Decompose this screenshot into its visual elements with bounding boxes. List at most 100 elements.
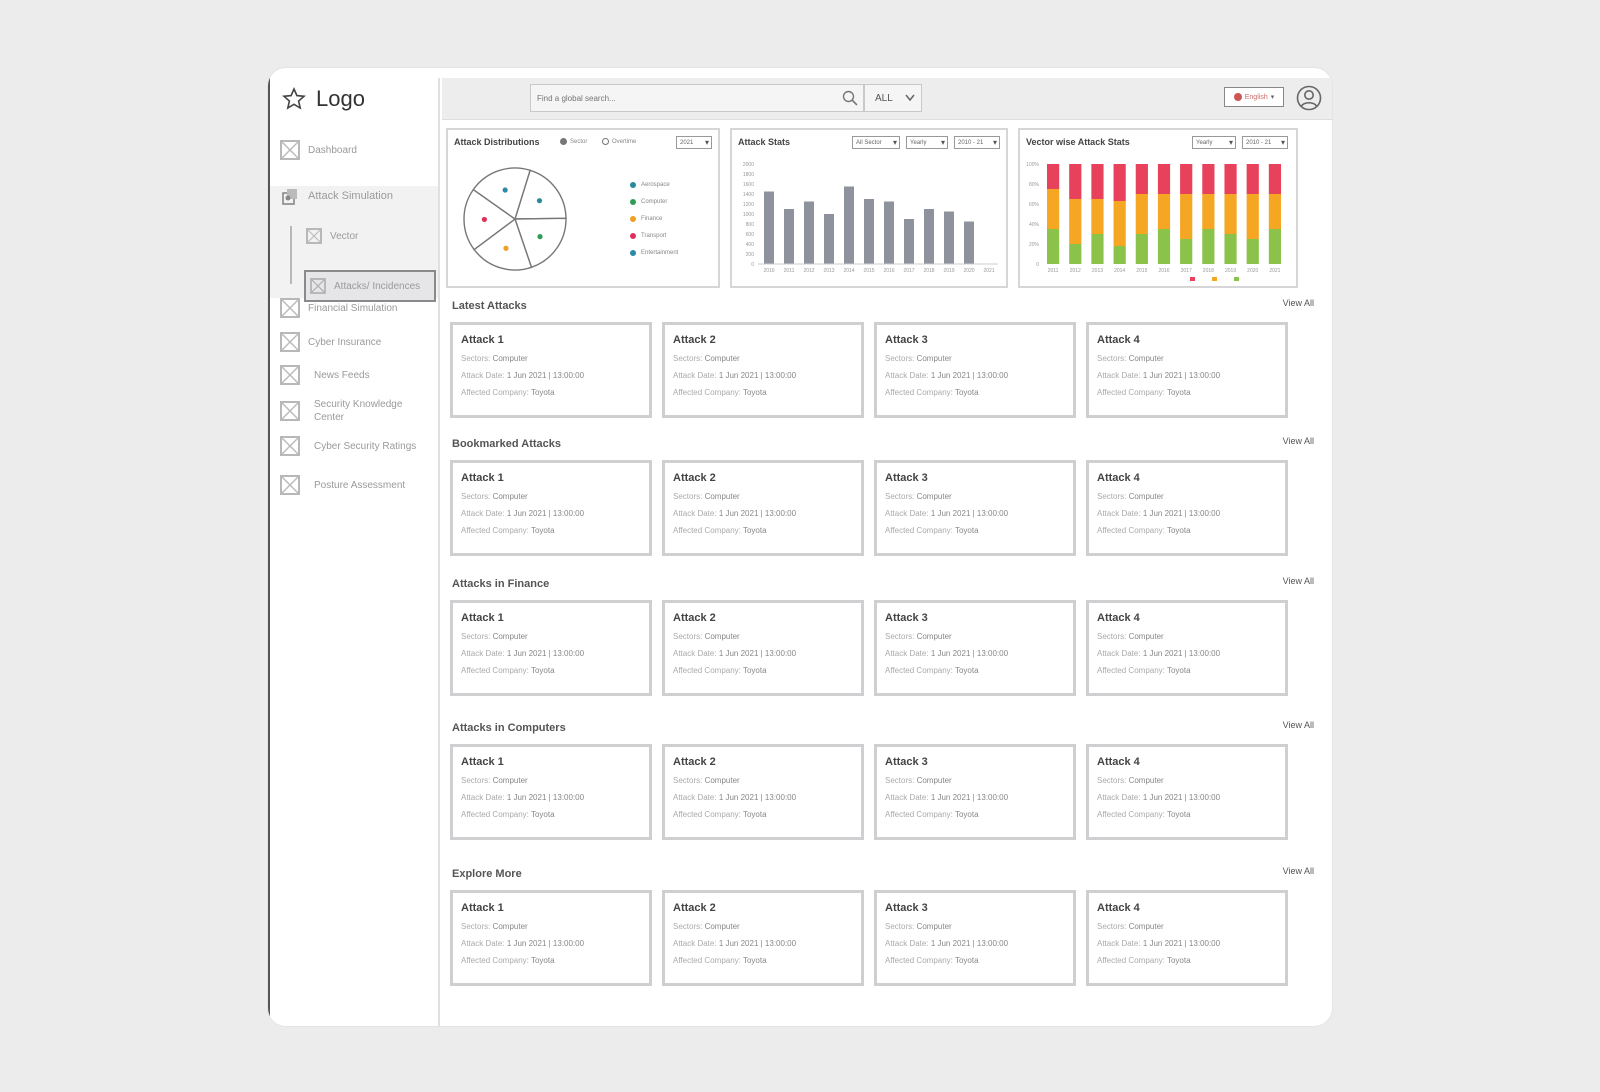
stacked-bar-segment: [1069, 199, 1082, 244]
view-all-link[interactable]: View All: [1283, 436, 1314, 446]
card-title: Attack 2: [673, 472, 716, 484]
attack-card[interactable]: Attack 4 Sectors: Computer Attack Date: 1 …: [1086, 600, 1288, 696]
attack-card[interactable]: Attack 3 Sectors: Computer Attack Date: 1 …: [874, 460, 1076, 556]
radio-sector[interactable]: Sector: [560, 138, 587, 145]
view-all-link[interactable]: View All: [1283, 866, 1314, 876]
x-tick-label: 2021: [983, 268, 994, 274]
field-value: Computer: [704, 632, 740, 641]
range-select[interactable]: 2010 - 21: [1242, 136, 1288, 149]
attack-card[interactable]: Attack 2 Sectors: Computer Attack Date: 1 …: [662, 744, 864, 840]
attack-card[interactable]: Attack 4 Sectors: Computer Attack Date: 1 …: [1086, 460, 1288, 556]
card-title: Attack 2: [673, 612, 716, 624]
sidebar-item-cyber-security-ratings[interactable]: Cyber Security Ratings: [280, 436, 416, 456]
sidebar-item-attack-simulation[interactable]: Attack Simulation: [280, 186, 393, 206]
attack-card[interactable]: Attack 1 Sectors: Computer Attack Date: 1 …: [450, 600, 652, 696]
attack-card[interactable]: Attack 2 Sectors: Computer Attack Date: 1 …: [662, 890, 864, 986]
attack-card[interactable]: Attack 1 Sectors: Computer Attack Date: 1 …: [450, 744, 652, 840]
y-tick-label: 60%: [1029, 202, 1040, 208]
select-value: 2010 - 21: [1246, 139, 1272, 146]
field-value: Computer: [1128, 776, 1164, 785]
sidebar-item-posture-assessment[interactable]: Posture Assessment: [280, 475, 405, 495]
period-select[interactable]: Yearly: [906, 136, 948, 149]
sector-select[interactable]: All Sector: [852, 136, 900, 149]
x-tick-label: 2018: [1203, 268, 1214, 274]
attack-card[interactable]: Attack 3 Sectors: Computer Attack Date: 1 …: [874, 890, 1076, 986]
card-sector: Sectors: Computer: [673, 922, 853, 931]
card-company: Affected Company: Toyota: [1097, 388, 1277, 397]
card-sector: Sectors: Computer: [885, 922, 1065, 931]
search-scope-value: ALL: [875, 92, 893, 104]
card-sector: Sectors: Computer: [461, 776, 641, 785]
attack-card[interactable]: Attack 2 Sectors: Computer Attack Date: 1 …: [662, 322, 864, 418]
card-sector: Sectors: Computer: [673, 492, 853, 501]
attack-card[interactable]: Attack 4 Sectors: Computer Attack Date: 1 …: [1086, 744, 1288, 840]
attack-simulation-icon: [280, 186, 300, 206]
card-date: Attack Date: 1 Jun 2021 | 13:00:00: [1097, 939, 1277, 948]
stacked-bar-segment: [1157, 194, 1171, 229]
field-label: Affected Company:: [885, 956, 953, 965]
card-company: Affected Company: Toyota: [461, 526, 641, 535]
attack-card[interactable]: Attack 3 Sectors: Computer Attack Date: 1 …: [874, 322, 1076, 418]
field-label: Attack Date:: [673, 939, 717, 948]
field-label: Sectors:: [1097, 776, 1127, 785]
attack-card[interactable]: Attack 4 Sectors: Computer Attack Date: 1 …: [1086, 890, 1288, 986]
field-label: Attack Date:: [461, 649, 505, 658]
field-value: Computer: [492, 492, 528, 501]
attack-card[interactable]: Attack 1 Sectors: Computer Attack Date: 1 …: [450, 460, 652, 556]
legend-swatch: [630, 233, 636, 239]
card-date: Attack Date: 1 Jun 2021 | 13:00:00: [461, 793, 641, 802]
legend-item: Entertainment: [630, 250, 678, 256]
sidebar-item-security-knowledge-center[interactable]: Security Knowledge Center: [280, 398, 418, 424]
attack-card[interactable]: Attack 3 Sectors: Computer Attack Date: 1 …: [874, 600, 1076, 696]
x-tick-label: 2016: [883, 268, 894, 274]
language-select[interactable]: English ▾: [1224, 87, 1284, 107]
stacked-bar-segment: [1091, 164, 1104, 199]
field-label: Attack Date:: [461, 371, 505, 380]
year-select[interactable]: 2021: [676, 136, 712, 149]
attack-card[interactable]: Attack 4 Sectors: Computer Attack Date: 1 …: [1086, 322, 1288, 418]
view-all-link[interactable]: View All: [1283, 298, 1314, 308]
attack-card[interactable]: Attack 2 Sectors: Computer Attack Date: 1 …: [662, 600, 864, 696]
sidebar-item-financial-simulation[interactable]: Financial Simulation: [280, 298, 398, 318]
search-icon[interactable]: [837, 85, 863, 111]
field-label: Attack Date:: [673, 649, 717, 658]
attack-card[interactable]: Attack 2 Sectors: Computer Attack Date: 1 …: [662, 460, 864, 556]
stacked-bar-segment: [1224, 194, 1237, 234]
field-value: Computer: [704, 492, 740, 501]
card-sector: Sectors: Computer: [1097, 922, 1277, 931]
card-title: Attack 3: [885, 902, 928, 914]
legend-swatch: [630, 182, 636, 188]
sidebar-item-dashboard[interactable]: Dashboard: [280, 140, 357, 160]
sidebar-item-news-feeds[interactable]: News Feeds: [280, 365, 370, 385]
search-scope-select[interactable]: ALL: [864, 84, 922, 112]
placeholder-x-icon: [280, 332, 300, 352]
period-select[interactable]: Yearly: [1192, 136, 1236, 149]
pie-chart: [463, 167, 567, 271]
attack-card[interactable]: Attack 1 Sectors: Computer Attack Date: 1 …: [450, 890, 652, 986]
range-select[interactable]: 2010 - 21: [954, 136, 1000, 149]
card-title: Attack 1: [461, 472, 504, 484]
field-value: Computer: [916, 776, 952, 785]
chevron-down-icon: ▾: [1270, 94, 1275, 101]
sidebar-item-vector[interactable]: Vector: [306, 228, 358, 244]
view-all-link[interactable]: View All: [1283, 576, 1314, 586]
field-value: Computer: [916, 492, 952, 501]
attack-card[interactable]: Attack 1 Sectors: Computer Attack Date: 1 …: [450, 322, 652, 418]
user-avatar-icon[interactable]: [1296, 85, 1322, 111]
card-sector: Sectors: Computer: [1097, 492, 1277, 501]
card-date: Attack Date: 1 Jun 2021 | 13:00:00: [885, 793, 1065, 802]
stacked-bar-chart: 100% 80% 60% 40% 20% 0 2011 2012 2013 2014 2015 201…: [1026, 162, 1282, 281]
field-label: Sectors:: [885, 776, 915, 785]
logo[interactable]: Logo: [282, 86, 365, 112]
field-value: Toyota: [530, 666, 555, 675]
radio-overtime[interactable]: Overtime: [602, 138, 636, 145]
stacked-bar-segment: [1047, 164, 1060, 189]
card-date: Attack Date: 1 Jun 2021 | 13:00:00: [1097, 793, 1277, 802]
sidebar-item-cyber-insurance[interactable]: Cyber Insurance: [280, 332, 381, 352]
attack-card[interactable]: Attack 3 Sectors: Computer Attack Date: 1 …: [874, 744, 1076, 840]
sidebar-item-label: Posture Assessment: [314, 479, 406, 491]
search-input[interactable]: [531, 85, 837, 111]
view-all-link[interactable]: View All: [1283, 720, 1314, 730]
y-tick-label: 1400: [743, 192, 754, 198]
stacked-bar-segment: [1113, 201, 1126, 246]
